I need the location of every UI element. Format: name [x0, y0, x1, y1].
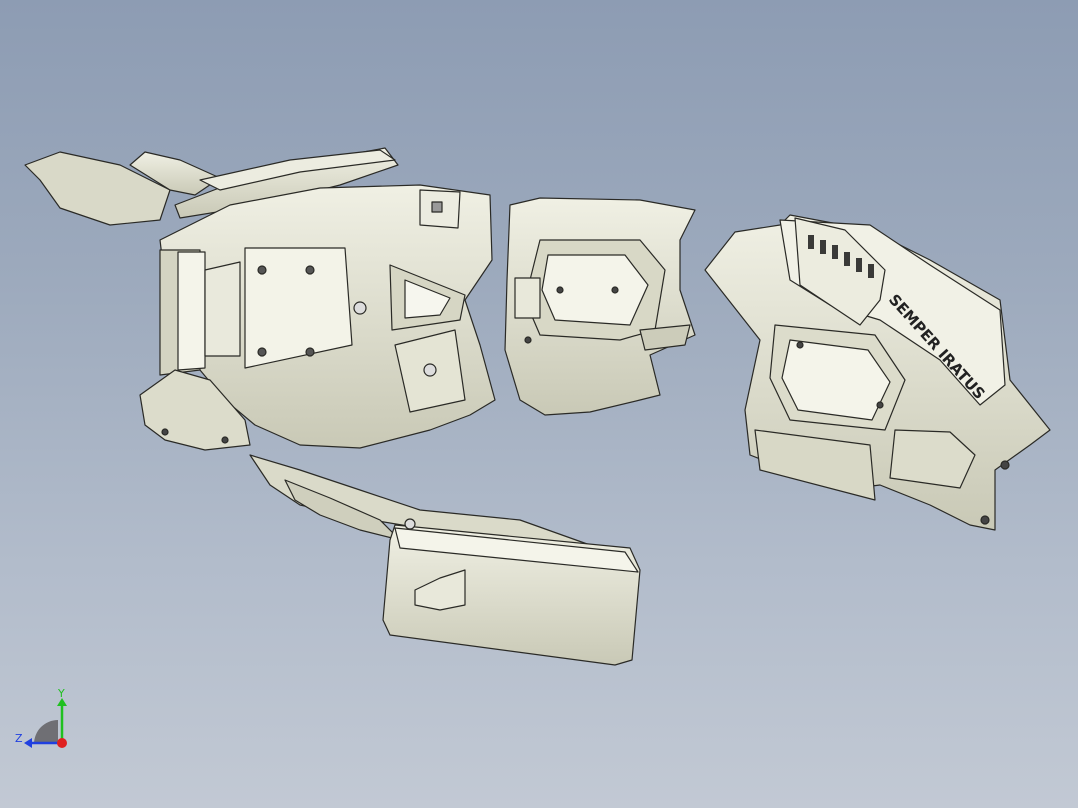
y-axis-label: Y: [57, 687, 65, 700]
cad-viewport[interactable]: SEMPER IRATUS Y Z: [0, 0, 1078, 808]
right-armor-shell[interactable]: SEMPER IRATUS: [704, 214, 1051, 531]
hand-grip-block[interactable]: [249, 454, 641, 666]
z-axis-arrow: [24, 738, 32, 748]
z-axis-label: Z: [15, 732, 23, 745]
triad-quadrant: [34, 720, 58, 744]
model-canvas[interactable]: SEMPER IRATUS: [0, 0, 1078, 808]
x-axis-dot: [57, 738, 67, 748]
middle-armor-shell[interactable]: [504, 197, 696, 416]
upper-armor-shell[interactable]: [24, 147, 496, 451]
axis-triad: Y Z: [12, 686, 76, 750]
